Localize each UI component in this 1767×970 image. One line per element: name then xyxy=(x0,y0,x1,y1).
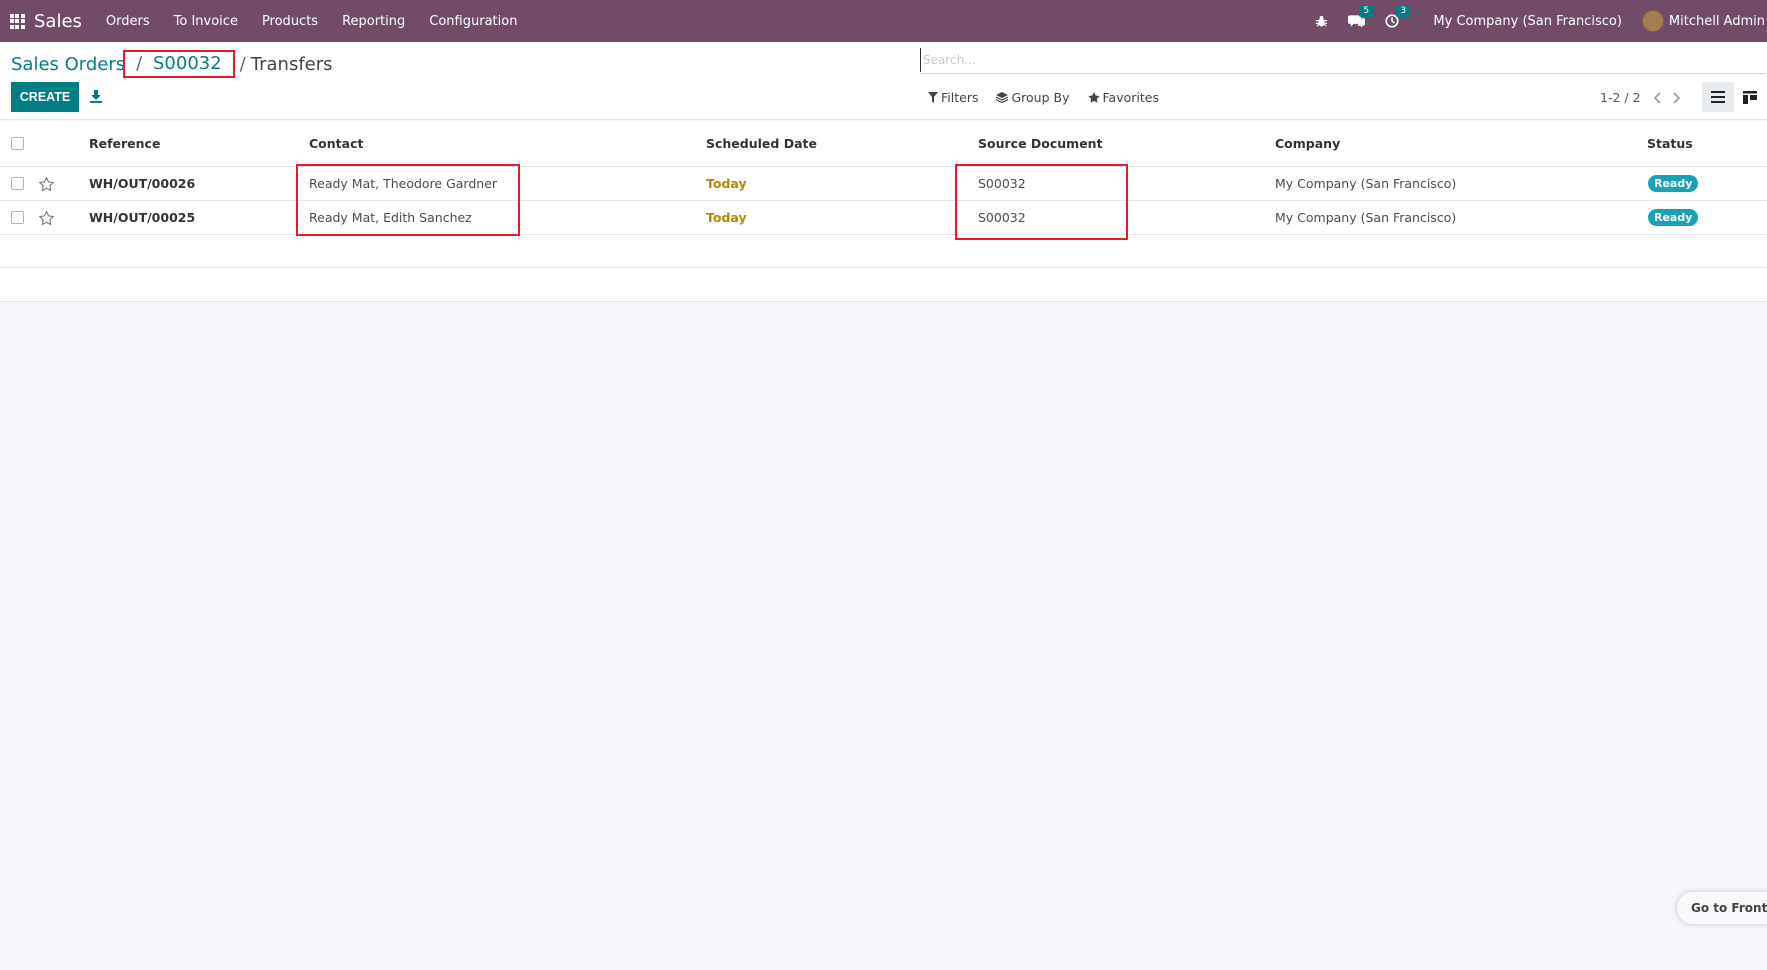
filter-icon xyxy=(928,92,938,103)
cell-reference: WH/OUT/00026 xyxy=(89,176,196,191)
go-to-frontend-button[interactable]: Go to Frontend xyxy=(1676,891,1767,925)
top-navbar: Sales Orders To Invoice Products Reporti… xyxy=(0,0,1767,42)
messages-count-badge: 5 xyxy=(1359,5,1374,17)
layers-icon xyxy=(996,92,1009,103)
menu-orders[interactable]: Orders xyxy=(106,14,150,29)
status-badge: Ready xyxy=(1648,175,1699,192)
star-icon xyxy=(1087,92,1100,103)
row-checkbox[interactable] xyxy=(11,167,24,200)
priority-star-icon[interactable] xyxy=(39,167,54,200)
status-cell: Ready xyxy=(1648,201,1699,234)
menu-to-invoice[interactable]: To Invoice xyxy=(174,14,238,29)
column-header-source-document[interactable]: Source Document xyxy=(978,121,1103,166)
create-button[interactable]: CREATE xyxy=(11,82,79,112)
list-view-icon[interactable] xyxy=(1702,82,1734,112)
apps-menu-icon[interactable] xyxy=(2,0,32,42)
breadcrumb: Sales Orders / S00032 / Transfers xyxy=(11,50,333,78)
group-by-button[interactable]: Group By xyxy=(996,90,1070,105)
cell-scheduled-date: Today xyxy=(706,210,747,225)
pager: 1-2 / 2 xyxy=(1600,90,1681,105)
menu-reporting[interactable]: Reporting xyxy=(342,14,405,29)
empty-row xyxy=(0,268,1767,301)
messages-icon[interactable]: 5 xyxy=(1348,5,1374,28)
app-name[interactable]: Sales xyxy=(34,11,82,32)
column-header-contact[interactable]: Contact xyxy=(309,121,363,166)
activities-count-badge: 3 xyxy=(1396,5,1411,17)
column-header-reference[interactable]: Reference xyxy=(89,121,160,166)
column-header-status[interactable]: Status xyxy=(1647,121,1693,166)
pager-previous-icon[interactable] xyxy=(1653,91,1661,104)
table-row[interactable]: WH/OUT/00025 Ready Mat, Edith Sanchez To… xyxy=(0,201,1767,235)
row-checkbox[interactable] xyxy=(11,201,24,234)
user-name: Mitchell Admin xyxy=(1668,13,1765,29)
view-switcher xyxy=(1702,82,1766,112)
menu-configuration[interactable]: Configuration xyxy=(429,14,517,29)
select-all-checkbox[interactable] xyxy=(11,121,24,166)
kanban-view-icon[interactable] xyxy=(1734,82,1766,112)
table-header: Reference Contact Scheduled Date Source … xyxy=(0,121,1767,167)
empty-row xyxy=(0,235,1767,268)
breadcrumb-separator: / xyxy=(239,53,246,75)
contact-highlight-box xyxy=(296,164,520,236)
breadcrumb-sales-orders[interactable]: Sales Orders xyxy=(11,54,125,75)
favorites-button[interactable]: Favorites xyxy=(1087,90,1159,105)
breadcrumb-sale-order[interactable]: S00032 xyxy=(153,53,222,74)
breadcrumb-transfers: Transfers xyxy=(250,53,333,75)
pager-value[interactable]: 1-2 / 2 xyxy=(1600,90,1641,105)
cell-company: My Company (San Francisco) xyxy=(1275,176,1457,191)
breadcrumb-separator: / xyxy=(136,53,143,74)
debug-bug-icon[interactable] xyxy=(1315,15,1328,28)
group-by-label: Group By xyxy=(1011,90,1070,105)
breadcrumb-highlight-box: / S00032 xyxy=(123,50,235,78)
filters-label: Filters xyxy=(941,90,979,105)
transfers-list: Reference Contact Scheduled Date Source … xyxy=(0,121,1767,302)
company-switcher[interactable]: My Company (San Francisco) xyxy=(1433,14,1621,29)
cell-scheduled-date: Today xyxy=(706,176,747,191)
search-input[interactable] xyxy=(920,48,1766,72)
cell-reference: WH/OUT/00025 xyxy=(89,210,196,225)
filters-button[interactable]: Filters xyxy=(928,90,978,105)
user-menu[interactable]: Mitchell Admin xyxy=(1641,10,1765,32)
column-header-company[interactable]: Company xyxy=(1275,121,1340,166)
search-options: Filters Group By Favorites xyxy=(928,90,1177,105)
download-icon[interactable] xyxy=(88,87,104,105)
pager-next-icon[interactable] xyxy=(1672,91,1681,104)
table-row[interactable]: WH/OUT/00026 Ready Mat, Theodore Gardner… xyxy=(0,167,1767,201)
cell-company: My Company (San Francisco) xyxy=(1275,210,1457,225)
menu-products[interactable]: Products xyxy=(262,14,318,29)
search-bar xyxy=(920,48,1766,74)
control-panel: Sales Orders / S00032 / Transfers CREATE… xyxy=(0,42,1767,120)
favorites-label: Favorites xyxy=(1102,90,1159,105)
status-badge: Ready xyxy=(1648,209,1699,226)
avatar xyxy=(1641,10,1664,32)
column-header-scheduled-date[interactable]: Scheduled Date xyxy=(706,121,817,166)
activity-clock-icon[interactable]: 3 xyxy=(1385,5,1411,28)
priority-star-icon[interactable] xyxy=(39,201,54,234)
status-cell: Ready xyxy=(1648,167,1699,200)
source-document-highlight-box xyxy=(955,164,1128,240)
